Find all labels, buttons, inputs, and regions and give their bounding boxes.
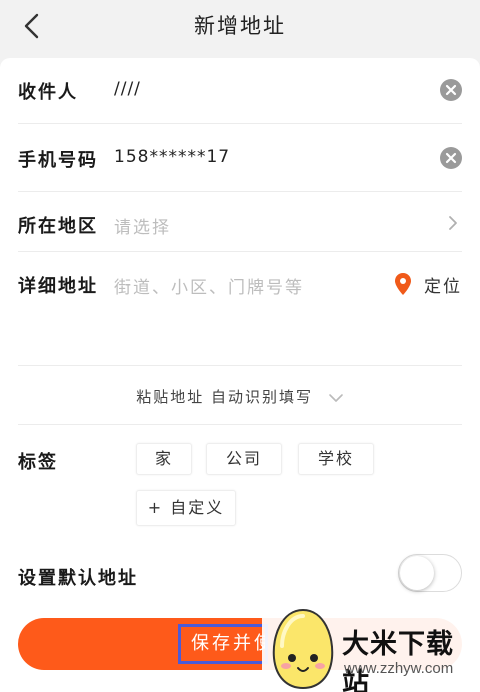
tag-company[interactable]: 公司 (206, 443, 282, 475)
region-select[interactable]: 请选择 (114, 213, 171, 238)
tag-custom-button[interactable]: + 自定义 (136, 490, 236, 526)
paste-address-label: 粘贴地址 自动识别填写 (136, 388, 313, 406)
address-input[interactable]: 街道、小区、门牌号等 (114, 273, 304, 298)
default-address-toggle[interactable] (398, 554, 462, 592)
tag-school[interactable]: 学校 (298, 443, 374, 475)
toggle-knob (400, 556, 434, 590)
chevron-right-icon (449, 216, 457, 230)
region-row[interactable]: 所在地区 请选择 (18, 192, 462, 252)
clear-icon[interactable] (440, 147, 462, 169)
save-button-label: 保存并使 (178, 624, 268, 664)
watermark-url: www.zzhyw.com (344, 660, 454, 677)
watermark-name: 大米下载站 (342, 629, 454, 692)
default-address-label: 设置默认地址 (18, 568, 138, 589)
location-pin-icon (395, 273, 411, 295)
address-row: 详细地址 街道、小区、门牌号等 定位 (18, 252, 462, 366)
address-label: 详细地址 (18, 276, 98, 297)
rice-mascot-logo (272, 608, 334, 690)
chevron-down-icon (328, 393, 343, 402)
recipient-row: 收件人 //// (18, 58, 462, 124)
recipient-input[interactable]: //// (114, 79, 141, 99)
paste-address-button[interactable]: 粘贴地址 自动识别填写 (0, 386, 480, 407)
header-bar: 新增地址 (0, 0, 480, 54)
region-label: 所在地区 (18, 216, 98, 237)
page-title: 新增地址 (194, 14, 286, 38)
tags-label: 标签 (18, 452, 58, 473)
locate-label: 定位 (424, 276, 462, 297)
tag-home[interactable]: 家 (136, 443, 192, 475)
phone-row: 手机号码 158******17 (18, 124, 462, 192)
clear-icon[interactable] (440, 79, 462, 101)
recipient-label: 收件人 (18, 82, 78, 103)
phone-label: 手机号码 (18, 150, 98, 171)
address-form-card: 收件人 //// 手机号码 158******17 所在地区 请选择 详细地址 … (0, 58, 480, 692)
phone-input[interactable]: 158******17 (114, 147, 230, 167)
locate-button[interactable]: 定位 (394, 270, 462, 298)
divider (18, 424, 462, 425)
watermark: 大米下载站 www.zzhyw.com (262, 604, 480, 692)
